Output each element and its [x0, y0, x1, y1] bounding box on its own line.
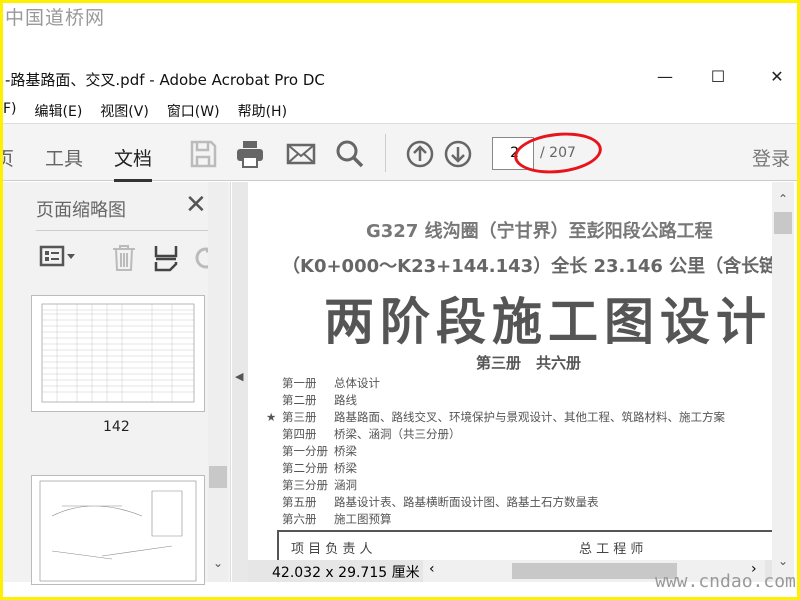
toc-volume: 第四册 — [282, 427, 317, 441]
toc-volume: 第五册 — [282, 495, 317, 509]
print-icon[interactable] — [235, 139, 265, 169]
toc-text: 路基路面、路线交叉、环境保护与景观设计、其他工程、筑路材料、施工方案 — [334, 410, 725, 424]
insert-pages-icon[interactable] — [153, 244, 179, 272]
toc-item: ★ 第三册 路基路面、路线交叉、环境保护与景观设计、其他工程、筑路材料、施工方案 — [266, 409, 725, 426]
toc-text: 总体设计 — [334, 376, 380, 390]
search-icon[interactable] — [335, 139, 365, 169]
doc-toc: 第一册 总体设计第二册 路线 ★ 第三册 路基路面、路线交叉、环境保护与景观设计、其他工程… — [266, 375, 725, 528]
thumbnail-drawing-image — [39, 480, 197, 582]
table-cell-left: 项 目 负 责 人 — [291, 542, 373, 557]
toolbar: 页 工具 文档 2 / 207 登录 — [3, 123, 797, 182]
watermark-bottom: www.cndao.com — [655, 571, 796, 592]
toolbar-divider — [385, 134, 386, 172]
horizontal-scrollbar-thumb[interactable] — [512, 563, 677, 579]
doc-chainage: （K0+000～K23+144.143）全长 23.146 公里（含长链 1.8… — [282, 256, 772, 277]
login-button[interactable]: 登录 — [752, 144, 790, 171]
toc-item: 第二分册 桥梁 — [266, 460, 725, 477]
menu-window[interactable]: 窗口(W) — [167, 101, 220, 121]
thumbnail-table-image — [41, 303, 195, 403]
toc-volume: 第三册 — [282, 410, 317, 424]
toc-item: 第五册 路基设计表、路基横断面设计图、路基土石方数量表 — [266, 494, 725, 511]
toc-text: 施工图预算 — [334, 512, 392, 526]
scroll-down-icon[interactable]: ⌄ — [213, 556, 223, 570]
delete-icon[interactable] — [111, 244, 137, 272]
previous-page-icon[interactable] — [405, 139, 435, 169]
toc-text: 桥梁 — [334, 444, 357, 458]
toc-volume: 第二分册 — [282, 461, 328, 475]
page-thumbnails-panel: 页面缩略图 ✕ 142 ⌄ — [3, 182, 231, 585]
panel-collapse-strip[interactable]: ◀ — [232, 182, 248, 582]
minimize-button[interactable]: — — [650, 67, 680, 86]
doc-main-title: 两阶段施工图设计 — [324, 293, 772, 351]
toc-volume: 第六册 — [282, 512, 317, 526]
document-vertical-scrollbar[interactable]: ⌃ ⌄ — [772, 182, 794, 582]
star-mark: ★ — [266, 410, 277, 424]
document-page: G327 线沟圈（宁甘界）至彭阳段公路工程 （K0+000～K23+144.14… — [248, 182, 772, 560]
doc-project-title: G327 线沟圈（宁甘界）至彭阳段公路工程 — [366, 221, 713, 242]
toc-volume: 第二册 — [282, 393, 317, 407]
thumbnail-page-142[interactable] — [31, 295, 205, 412]
maximize-button[interactable]: ☐ — [703, 67, 733, 86]
toc-text: 路基设计表、路基横断面设计图、路基土石方数量表 — [334, 495, 599, 509]
email-icon[interactable] — [286, 139, 316, 169]
menu-edit[interactable]: 编辑(E) — [35, 101, 83, 121]
panel-divider — [36, 230, 219, 231]
toc-item: 第四册 桥梁、涵洞（共三分册） — [266, 426, 725, 443]
toc-item: 第一分册 桥梁 — [266, 443, 725, 460]
toc-volume: 第三分册 — [282, 478, 328, 492]
table-cell-right: 总 工 程 师 — [579, 542, 644, 557]
tab-tools[interactable]: 工具 — [45, 144, 83, 171]
panel-title: 页面缩略图 — [36, 200, 126, 221]
close-button[interactable]: ✕ — [762, 67, 792, 86]
toc-item: 第二册 路线 — [266, 392, 725, 409]
tab-document[interactable]: 文档 — [114, 144, 153, 182]
toc-volume: 第一分册 — [282, 444, 328, 458]
window-title: -路基路面、交叉.pdf - Adobe Acrobat Pro DC — [5, 71, 325, 89]
vertical-scrollbar-thumb[interactable] — [774, 212, 792, 234]
options-menu-icon[interactable] — [39, 245, 79, 269]
page-size: 42.032 x 29.715 厘米 — [272, 565, 420, 581]
menu-view[interactable]: 视图(V) — [100, 101, 149, 121]
tab-home[interactable]: 页 — [3, 144, 14, 171]
toc-text: 桥梁、涵洞（共三分册） — [334, 427, 461, 441]
next-page-icon[interactable] — [443, 139, 473, 169]
toc-text: 涵洞 — [334, 478, 357, 492]
doc-volume: 第三册 共六册 — [476, 354, 582, 372]
panel-close-button[interactable]: ✕ — [185, 190, 207, 220]
acrobat-window: 中国道桥网 -路基路面、交叉.pdf - Adobe Acrobat Pro D… — [3, 3, 797, 597]
menu-file[interactable]: F) — [3, 101, 17, 121]
toc-volume: 第一册 — [282, 376, 317, 390]
collapse-arrow-icon[interactable]: ◀ — [235, 370, 243, 383]
menu-help[interactable]: 帮助(H) — [238, 101, 287, 121]
scroll-up-icon[interactable]: ⌃ — [778, 192, 788, 206]
thumbnail-page-143[interactable] — [31, 475, 205, 585]
thumbnail-scrollbar[interactable]: ⌄ — [208, 182, 228, 582]
toc-text: 桥梁 — [334, 461, 357, 475]
toc-item: 第三分册 涵洞 — [266, 477, 725, 494]
toc-item: 第六册 施工图预算 — [266, 511, 725, 528]
thumbnail-scrollbar-thumb[interactable] — [209, 466, 227, 488]
watermark-top: 中国道桥网 — [5, 7, 106, 29]
menu-bar: F) 编辑(E) 视图(V) 窗口(W) 帮助(H) — [3, 101, 287, 121]
toc-item: 第一册 总体设计 — [266, 375, 725, 392]
scroll-down-icon[interactable]: ⌄ — [778, 554, 788, 568]
scroll-left-icon[interactable]: ‹ — [429, 561, 435, 577]
save-icon[interactable] — [188, 139, 218, 169]
toc-text: 路线 — [334, 393, 357, 407]
doc-signature-table: 项 目 负 责 人总 工 程 师 — [277, 530, 772, 560]
thumbnail-page-number: 142 — [103, 419, 130, 435]
